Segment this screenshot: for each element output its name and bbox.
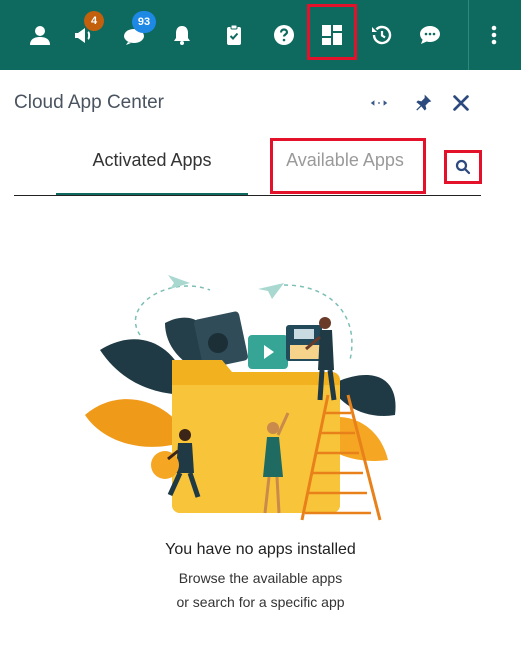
empty-state-line-2: or search for a specific app bbox=[176, 594, 345, 610]
empty-folder-illustration bbox=[85, 275, 396, 521]
history-icon bbox=[372, 25, 392, 45]
tab-activated-apps-label: Activated Apps bbox=[92, 150, 212, 170]
expand-panel-button[interactable] bbox=[366, 90, 392, 116]
close-icon bbox=[453, 95, 469, 111]
empty-state-title: You have no apps installed bbox=[165, 541, 356, 558]
user-button[interactable] bbox=[18, 0, 62, 70]
top-toolbar: 4 93 bbox=[0, 0, 521, 70]
expand-horizontal-icon bbox=[370, 100, 388, 106]
messages-button[interactable] bbox=[408, 0, 452, 70]
tabs-divider bbox=[14, 195, 481, 196]
announcements-badge: 4 bbox=[84, 11, 104, 31]
chat-notifications-badge: 93 bbox=[132, 11, 156, 33]
history-button[interactable] bbox=[360, 0, 404, 70]
pin-icon bbox=[416, 94, 432, 111]
toolbar-divider bbox=[468, 0, 469, 70]
pin-panel-button[interactable] bbox=[410, 90, 436, 116]
available-apps-highlight bbox=[270, 138, 426, 194]
bell-button[interactable] bbox=[160, 0, 204, 70]
more-menu-button[interactable] bbox=[472, 0, 516, 70]
tasks-button[interactable] bbox=[212, 0, 256, 70]
bell-icon bbox=[174, 26, 190, 45]
user-icon bbox=[30, 26, 50, 45]
empty-state-line-1: Browse the available apps bbox=[178, 570, 343, 586]
close-panel-button[interactable] bbox=[448, 90, 474, 116]
search-button[interactable] bbox=[444, 150, 482, 184]
panel-title: Cloud App Center bbox=[14, 92, 164, 113]
tab-activated-apps[interactable]: Activated Apps bbox=[56, 150, 248, 196]
clipboard-icon bbox=[227, 24, 241, 45]
app-center-highlight bbox=[307, 4, 357, 60]
help-button[interactable] bbox=[262, 0, 306, 70]
announcements-button[interactable]: 4 bbox=[62, 0, 106, 70]
messages-icon bbox=[420, 26, 440, 44]
help-icon bbox=[274, 25, 294, 45]
chat-notifications-button[interactable]: 93 bbox=[112, 0, 156, 70]
more-vertical-icon bbox=[491, 25, 497, 45]
search-icon bbox=[455, 159, 471, 175]
